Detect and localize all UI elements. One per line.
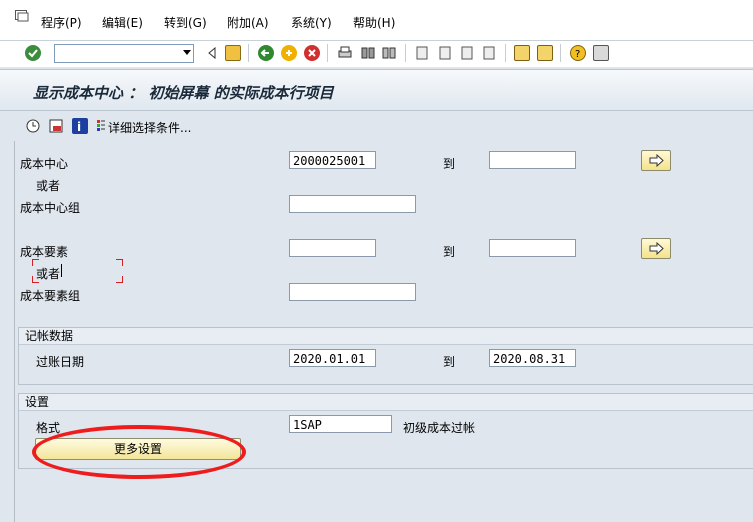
system-menu-icon[interactable]	[15, 10, 29, 22]
chevron-down-icon[interactable]	[183, 50, 191, 55]
posting-date-to-field[interactable]: 2020.08.31	[489, 349, 576, 367]
svg-text:?: ?	[575, 49, 580, 60]
cost-center-group-field[interactable]	[289, 195, 416, 213]
focus-corner	[116, 276, 123, 283]
posting-date-label: 过账日期	[36, 355, 85, 369]
multiple-selection-button[interactable]	[641, 150, 671, 171]
arrow-right-icon	[649, 153, 664, 168]
last-page-icon[interactable]	[481, 45, 497, 61]
or-label: 或者	[36, 179, 61, 193]
shortcut-icon[interactable]	[537, 45, 553, 61]
prev-page-icon[interactable]	[437, 45, 453, 61]
cost-center-label: 成本中心	[20, 157, 69, 171]
layout-icon[interactable]	[593, 45, 609, 61]
layout-field[interactable]: 1SAP	[289, 415, 392, 433]
print-icon[interactable]	[337, 45, 353, 61]
cost-element-from-field[interactable]	[289, 239, 376, 257]
text-cursor	[61, 264, 62, 277]
standard-toolbar: ?	[0, 40, 753, 67]
posting-data-title-text: 记帐数据	[25, 329, 74, 343]
find-icon[interactable]	[360, 45, 376, 61]
settings-title-text: 设置	[25, 395, 50, 409]
page-title: 显示成本中心 ： 初始屏幕 的实际成本行项目	[33, 84, 334, 102]
toolbar-separator	[505, 44, 506, 62]
menu-program[interactable]: 程序(P)	[41, 14, 82, 31]
info-icon[interactable]: i	[72, 118, 88, 134]
find-next-icon[interactable]	[381, 45, 397, 61]
menu-extras[interactable]: 附加(A)	[227, 14, 269, 31]
save-icon[interactable]	[225, 45, 241, 61]
cost-element-group-field[interactable]	[289, 283, 416, 301]
cost-element-to-field[interactable]	[489, 239, 576, 257]
menu-bar: 程序(P) 编辑(E) 转到(G) 附加(A) 系统(Y) 帮助(H)	[0, 0, 753, 40]
cost-center-to-label: 到	[443, 157, 456, 171]
arrow-right-icon	[649, 241, 664, 256]
layout-label: 格式	[36, 421, 61, 435]
execute-icon[interactable]	[25, 118, 41, 134]
menu-system[interactable]: 系统(Y)	[291, 14, 332, 31]
new-session-icon[interactable]	[514, 45, 530, 61]
settings-title: 设置	[19, 394, 753, 411]
cost-element-group-label: 成本要素组	[20, 289, 81, 303]
menu-help[interactable]: 帮助(H)	[353, 14, 395, 31]
application-toolbar: i 详细选择条件...	[0, 111, 753, 141]
cost-element-to-label: 到	[443, 245, 456, 259]
check-icon[interactable]	[25, 45, 41, 61]
or-label-focused: 或者	[36, 267, 61, 281]
cost-element-label: 成本要素	[20, 245, 69, 259]
exit-icon[interactable]	[281, 45, 297, 61]
variant-icon[interactable]	[48, 118, 64, 134]
help-icon[interactable]: ?	[570, 45, 586, 61]
menu-edit[interactable]: 编辑(E)	[102, 14, 143, 31]
focus-corner	[116, 259, 123, 266]
toolbar-separator	[327, 44, 328, 62]
dynamic-selections-button[interactable]: 详细选择条件...	[108, 119, 191, 136]
posting-date-to-label: 到	[443, 355, 456, 369]
screen-title-bar: 显示成本中心 ： 初始屏幕 的实际成本行项目	[0, 69, 753, 111]
toolbar-separator	[405, 44, 406, 62]
multiple-selection-button[interactable]	[641, 238, 671, 259]
cancel-icon[interactable]	[304, 45, 320, 61]
cost-center-to-field[interactable]	[489, 151, 576, 169]
first-page-icon[interactable]	[414, 45, 430, 61]
back-arrow-icon[interactable]	[258, 45, 274, 61]
back-icon[interactable]	[204, 45, 220, 61]
posting-data-title: 记帐数据	[19, 328, 753, 345]
layout-description: 初级成本过帐	[403, 421, 476, 435]
cost-center-from-field[interactable]: 2000025001	[289, 151, 376, 169]
next-page-icon[interactable]	[459, 45, 475, 61]
command-field[interactable]	[54, 44, 194, 63]
svg-text:i: i	[77, 120, 81, 134]
posting-date-from-field[interactable]: 2020.01.01	[289, 349, 376, 367]
menu-goto[interactable]: 转到(G)	[164, 14, 207, 31]
red-highlight-ellipse	[32, 425, 246, 479]
selection-criteria-icon[interactable]	[96, 118, 106, 134]
toolbar-separator	[248, 44, 249, 62]
toolbar-separator	[560, 44, 561, 62]
posting-data-group: 记帐数据	[18, 327, 753, 385]
cost-center-group-label: 成本中心组	[20, 201, 81, 215]
